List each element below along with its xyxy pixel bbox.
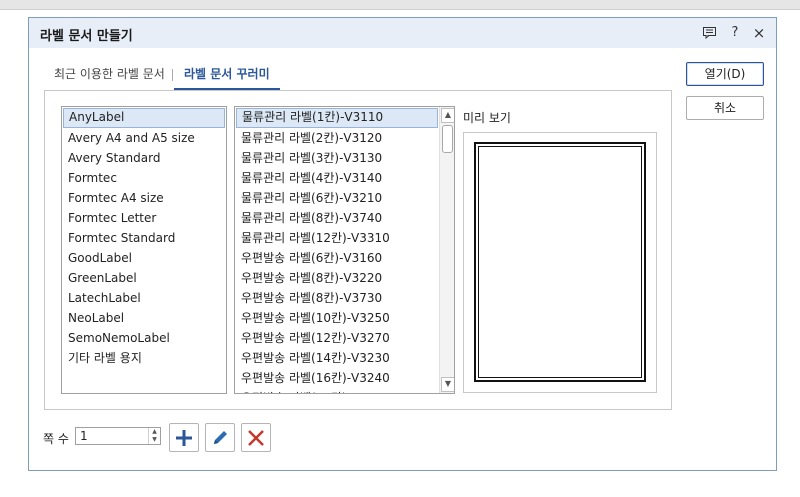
- label-list[interactable]: 물류관리 라벨(1칸)-V3110 물류관리 라벨(2칸)-V3120 물류관리 라…: [234, 106, 455, 394]
- vendor-list-item[interactable]: AnyLabel: [63, 108, 225, 128]
- label-list-item[interactable]: 물류관리 라벨(12칸)-V3310: [235, 229, 439, 249]
- vendor-list-item[interactable]: Avery Standard: [62, 149, 226, 169]
- label-items: 물류관리 라벨(1칸)-V3110 물류관리 라벨(2칸)-V3120 물류관리 라…: [235, 107, 439, 393]
- label-list-item[interactable]: 우편발송 라벨(8칸)-V3220: [235, 269, 439, 289]
- preview-panel: [463, 132, 657, 393]
- preview-label: 미리 보기: [463, 111, 511, 125]
- label-list-item[interactable]: 우편발송 라벨(12칸)-V3270: [235, 329, 439, 349]
- comment-icon[interactable]: [699, 23, 719, 43]
- label-document-dialog: 라벨 문서 만들기 ? × 최근 이용한 라벨 문서 라벨 문서 꾸러미 Any…: [28, 17, 777, 471]
- edit-button[interactable]: [205, 423, 235, 452]
- scroll-thumb[interactable]: [442, 125, 453, 153]
- delete-button[interactable]: [241, 423, 271, 452]
- vendor-list-item[interactable]: Formtec: [62, 169, 226, 189]
- dialog-title: 라벨 문서 만들기: [40, 29, 133, 44]
- label-list-item[interactable]: 우편발송 라벨(14칸)-V3230: [235, 349, 439, 369]
- pages-value[interactable]: 1: [80, 429, 88, 443]
- vendor-list-item[interactable]: LatechLabel: [62, 289, 226, 309]
- open-button[interactable]: 열기(D): [686, 62, 764, 86]
- label-list-item[interactable]: 우편발송 라벨(8칸)-V3730: [235, 289, 439, 309]
- pencil-icon: [214, 431, 227, 444]
- vendor-list-item[interactable]: SemoNemoLabel: [62, 329, 226, 349]
- help-button[interactable]: ?: [725, 23, 745, 43]
- vendor-list[interactable]: AnyLabel Avery A4 and A5 size Avery Standa…: [61, 106, 227, 394]
- tab-divider: [172, 69, 173, 81]
- cancel-button[interactable]: 취소: [686, 96, 764, 120]
- x-icon: [248, 430, 264, 446]
- vendor-list-item[interactable]: GreenLabel: [62, 269, 226, 289]
- label-list-item[interactable]: 우편발송 라벨(18칸)-V3260: [235, 389, 439, 393]
- plus-icon: [176, 430, 192, 446]
- vendor-list-item[interactable]: Formtec A4 size: [62, 189, 226, 209]
- scroll-down-icon[interactable]: ▼: [441, 377, 454, 392]
- pages-stepper[interactable]: 1 ▲ ▼: [75, 427, 161, 445]
- label-list-item[interactable]: 물류관리 라벨(2칸)-V3120: [235, 129, 439, 149]
- vendor-list-item[interactable]: NeoLabel: [62, 309, 226, 329]
- label-list-item[interactable]: 물류관리 라벨(6칸)-V3210: [235, 189, 439, 209]
- preview-label-cell: [478, 146, 642, 378]
- tab-recent[interactable]: 최근 이용한 라벨 문서: [54, 62, 165, 90]
- stepper-arrows[interactable]: ▲ ▼: [148, 428, 160, 444]
- vendor-list-item[interactable]: Avery A4 and A5 size: [62, 129, 226, 149]
- label-list-item[interactable]: 우편발송 라벨(10칸)-V3250: [235, 309, 439, 329]
- tab-label-package[interactable]: 라벨 문서 꾸러미: [174, 62, 280, 90]
- vendor-list-item[interactable]: Formtec Standard: [62, 229, 226, 249]
- titlebar: 라벨 문서 만들기 ? ×: [29, 18, 776, 48]
- add-button[interactable]: [169, 423, 199, 452]
- label-list-item[interactable]: 물류관리 라벨(8칸)-V3740: [235, 209, 439, 229]
- vendor-list-item[interactable]: GoodLabel: [62, 249, 226, 269]
- label-list-item[interactable]: 물류관리 라벨(4칸)-V3140: [235, 169, 439, 189]
- vendor-list-item[interactable]: Formtec Letter: [62, 209, 226, 229]
- scroll-up-icon[interactable]: ▲: [441, 108, 454, 123]
- label-list-item[interactable]: 우편발송 라벨(6칸)-V3160: [235, 249, 439, 269]
- label-list-item[interactable]: 물류관리 라벨(1칸)-V3110: [236, 108, 438, 128]
- label-list-item[interactable]: 물류관리 라벨(3칸)-V3130: [235, 149, 439, 169]
- preview-page: [474, 142, 646, 382]
- vendor-list-item[interactable]: 기타 라벨 용지: [62, 349, 226, 369]
- pages-label: 쪽 수: [43, 432, 69, 446]
- label-list-scrollbar[interactable]: ▲ ▼: [439, 107, 454, 393]
- background-strip: [0, 0, 800, 10]
- label-list-item[interactable]: 우편발송 라벨(16칸)-V3240: [235, 369, 439, 389]
- close-button[interactable]: ×: [749, 23, 769, 43]
